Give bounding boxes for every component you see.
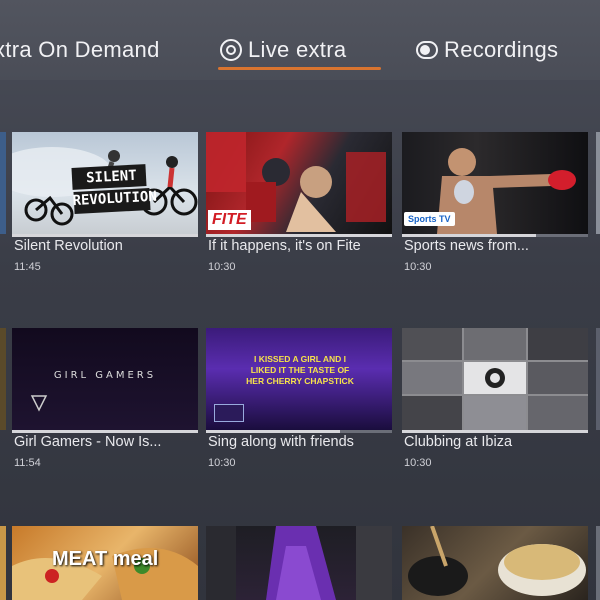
tab-on-demand-label: xtra On Demand [0,37,160,62]
sports-tv-logo: Sports TV [404,212,455,226]
program-title: Silent Revolution [14,238,123,254]
partial-card-left[interactable] [0,526,6,600]
program-card[interactable]: MEAT meal [12,526,198,600]
program-time: 10:30 [404,457,432,469]
program-card[interactable]: I KISSED A GIRL AND I LIKED IT THE TASTE… [206,328,392,469]
fite-logo: FITE [208,210,251,230]
watch-progress-bar [402,430,588,433]
tab-live-extra[interactable]: Live extra [220,30,346,70]
program-art-title: MEAT meal [52,548,159,570]
program-thumbnail: MEAT meal [12,526,198,600]
program-card[interactable]: Clubbing at Ibiza 10:30 [402,328,588,469]
tab-bar: xtra On Demand Live extra Recordings [0,0,600,80]
watch-progress-bar [206,234,392,237]
program-card[interactable] [402,526,588,600]
program-card[interactable]: SILENT REVOLUTION Silent Revolution 11:4… [12,132,198,273]
watch-progress-bar [12,430,198,433]
tab-recordings[interactable]: Recordings [416,30,558,70]
program-thumbnail: I KISSED A GIRL AND I LIKED IT THE TASTE… [206,328,392,430]
tab-on-demand[interactable]: xtra On Demand [0,30,160,70]
partial-card-right[interactable] [596,526,600,600]
program-title: Sing along with friends [208,434,354,450]
channel-shield-icon [30,395,48,412]
program-card[interactable]: GIRL GAMERS Girl Gamers - Now Is... 11:5… [12,328,198,469]
program-thumbnail: FITE [206,132,392,234]
tab-recordings-label: Recordings [444,37,559,62]
program-art-title: SILENT REVOLUTION [72,167,158,210]
program-card[interactable] [206,526,392,600]
food-bowl-image [408,526,586,596]
program-thumbnail: GIRL GAMERS [12,328,198,430]
watch-progress-bar [402,234,588,237]
program-title: Girl Gamers - Now Is... [14,434,162,450]
program-time: 10:30 [208,261,236,273]
recordings-icon [416,41,438,59]
photo-collage-image [402,328,588,430]
karaoke-lyrics: I KISSED A GIRL AND I LIKED IT THE TASTE… [246,354,354,386]
watch-progress-bar [206,430,392,433]
partial-card-left[interactable] [0,132,6,234]
watch-progress-bar [12,234,198,237]
channel-logo [214,404,244,422]
live-broadcast-icon [220,39,242,61]
program-title: Clubbing at Ibiza [404,434,513,450]
program-thumbnail [402,526,588,600]
tab-live-extra-label: Live extra [248,37,347,62]
partial-card-right[interactable] [596,132,600,234]
program-title: Sports news from... [404,238,529,254]
program-time: 11:54 [14,457,41,469]
partial-card-right[interactable] [596,328,600,430]
program-time: 10:30 [404,261,432,273]
program-time: 11:45 [14,261,41,273]
active-tab-indicator [218,67,381,70]
program-thumbnail [402,328,588,430]
runway-model-image [206,526,392,600]
program-thumbnail [206,526,392,600]
program-thumbnail: SILENT REVOLUTION [12,132,198,234]
partial-card-left[interactable] [0,328,6,430]
program-thumbnail: Sports TV [402,132,588,234]
program-time: 10:30 [208,457,236,469]
program-card[interactable]: FITE If it happens, it's on Fite 10:30 [206,132,392,273]
program-card[interactable]: Sports TV Sports news from... 10:30 [402,132,588,273]
program-title: If it happens, it's on Fite [208,238,361,254]
